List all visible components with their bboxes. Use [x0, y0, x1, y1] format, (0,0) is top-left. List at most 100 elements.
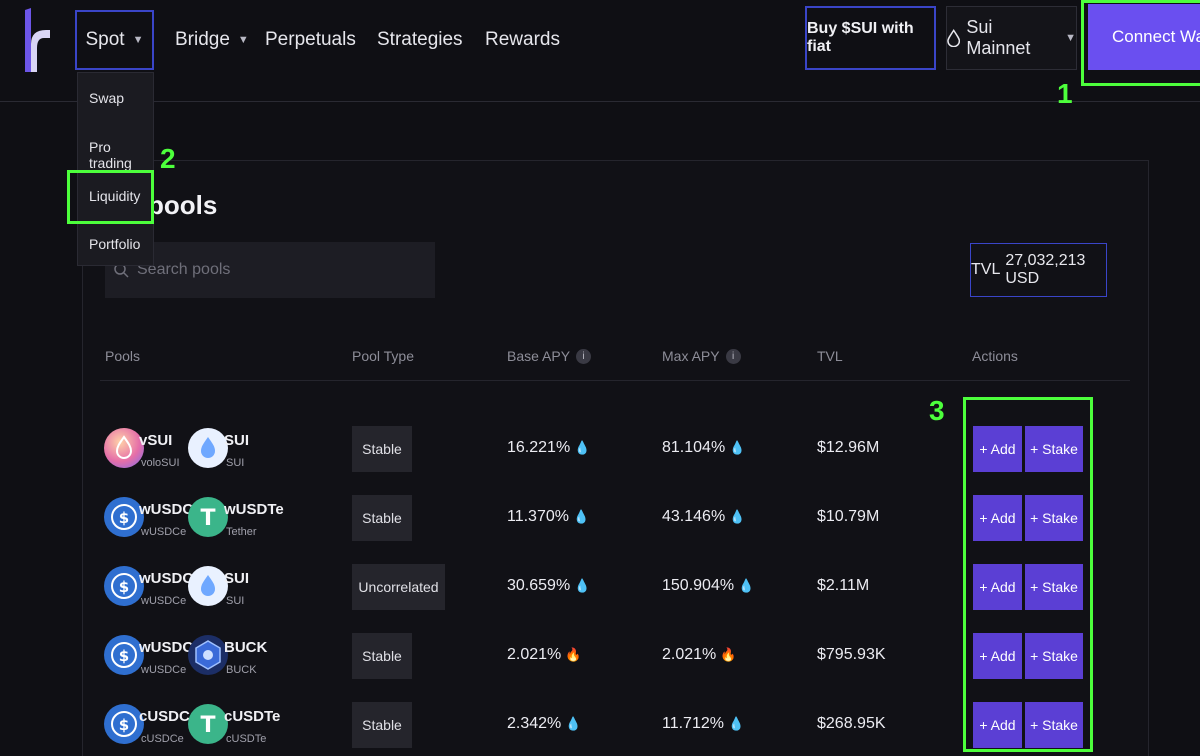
- tvl-label: TVL: [971, 261, 1001, 278]
- token1-symbol: vSUI: [139, 432, 173, 449]
- annotation-number-2: 2: [160, 143, 176, 174]
- droplet-icon: 💧: [572, 509, 590, 524]
- max-apy-value: 2.021%: [662, 646, 717, 663]
- svg-text:T: T: [200, 506, 215, 531]
- tvl-cell: $795.93K: [817, 646, 886, 663]
- wusdte-token-icon: T: [188, 497, 228, 537]
- network-selector[interactable]: Sui Mainnet ▼: [946, 6, 1077, 70]
- tvl-cell: $2.11M: [817, 577, 870, 594]
- app-logo-icon[interactable]: [22, 4, 52, 72]
- nav-spot-label: Spot: [85, 29, 125, 50]
- col-header-max-apy-label: Max APY: [662, 348, 720, 364]
- chevron-down-icon: ▼: [237, 34, 249, 46]
- max-apy-cell: 150.904% 💧: [662, 577, 754, 595]
- annotation-box-3: [963, 397, 1093, 752]
- droplet-icon: 💧: [729, 440, 746, 455]
- droplet-icon: 💧: [727, 716, 745, 731]
- cusdce-token-icon: $: [104, 704, 144, 744]
- token2-name: SUI: [226, 457, 245, 469]
- buck-token-icon: [188, 635, 228, 675]
- nav-bridge[interactable]: Bridge ▼: [175, 10, 249, 70]
- token2-symbol: SUI: [224, 570, 250, 587]
- nav-spot[interactable]: Spot ▼: [75, 10, 154, 70]
- max-apy-value: 81.104%: [662, 439, 726, 456]
- base-apy-value: 30.659%: [507, 577, 571, 594]
- token1-name: wUSDCe: [141, 595, 187, 607]
- fire-icon: 🔥: [720, 647, 737, 662]
- droplet-icon: 💧: [574, 578, 591, 593]
- base-apy-cell: 16.221% 💧: [507, 439, 590, 457]
- annotation-box-2: [67, 170, 154, 224]
- pool-type-badge: Stable: [352, 495, 412, 541]
- col-header-base-apy: Base APY i: [507, 348, 592, 364]
- sui-token-icon: [188, 428, 228, 468]
- total-tvl-badge: TVL 27,032,213 USD: [970, 243, 1107, 297]
- sui-token-icon: [188, 566, 228, 606]
- pool-type-badge: Stable: [352, 426, 412, 472]
- token2-name: Tether: [226, 526, 257, 538]
- svg-text:$: $: [119, 716, 129, 734]
- token2-name: BUCK: [226, 664, 257, 676]
- menu-item-pro-trading[interactable]: Pro trading: [89, 139, 153, 171]
- search-input[interactable]: [137, 261, 417, 279]
- max-apy-cell: 2.021% 🔥: [662, 646, 736, 664]
- spot-dropdown-menu: Swap Pro trading Liquidity Portfolio: [77, 72, 154, 266]
- annotation-number-3: 3: [929, 395, 945, 426]
- token1-name: wUSDCe: [141, 664, 187, 676]
- nav-strategies[interactable]: Strategies: [377, 10, 463, 70]
- pool-type-badge: Stable: [352, 702, 412, 748]
- svg-text:$: $: [119, 578, 129, 596]
- token1-name: wUSDCe: [141, 526, 187, 538]
- wusdce-token-icon: $: [104, 566, 144, 606]
- wusdce-token-icon: $: [104, 635, 144, 675]
- top-navigation-bar: Spot ▼ Bridge ▼ Perpetuals Strategies Re…: [0, 0, 1200, 102]
- base-apy-value: 2.342%: [507, 715, 562, 732]
- vsui-token-icon: [104, 428, 144, 468]
- max-apy-value: 43.146%: [662, 508, 726, 525]
- nav-perpetuals[interactable]: Perpetuals: [265, 10, 356, 70]
- base-apy-cell: 2.342% 💧: [507, 715, 581, 733]
- token2-symbol: cUSDTe: [224, 708, 281, 725]
- tvl-cell: $268.95K: [817, 715, 886, 732]
- pool-type-badge: Uncorrelated: [352, 564, 445, 610]
- token2-name: cUSDTe: [226, 733, 267, 745]
- menu-item-portfolio[interactable]: Portfolio: [89, 236, 140, 252]
- col-header-max-apy: Max APY i: [662, 348, 741, 364]
- nav-rewards[interactable]: Rewards: [485, 10, 560, 70]
- token2-symbol: BUCK: [224, 639, 268, 656]
- droplet-icon: 💧: [738, 578, 755, 593]
- droplet-icon: 💧: [574, 440, 591, 455]
- base-apy-cell: 30.659% 💧: [507, 577, 590, 595]
- tvl-value: 27,032,213 USD: [1005, 252, 1086, 287]
- token1-name: voloSUI: [141, 457, 180, 469]
- cusdte-token-icon: T: [188, 704, 228, 744]
- pool-type-badge: Stable: [352, 633, 412, 679]
- droplet-icon: 💧: [729, 509, 746, 524]
- fire-icon: 🔥: [565, 647, 582, 662]
- col-header-pools: Pools: [105, 348, 141, 364]
- col-header-tvl: TVL: [817, 348, 843, 364]
- max-apy-cell: 43.146% 💧: [662, 508, 745, 526]
- info-icon[interactable]: i: [725, 348, 741, 364]
- base-apy-cell: 11.370% 💧: [507, 508, 589, 526]
- header-divider: [100, 380, 1130, 381]
- search-field[interactable]: [105, 242, 435, 298]
- nav-bridge-label: Bridge: [175, 29, 230, 50]
- max-apy-value: 11.712%: [662, 715, 724, 732]
- info-icon[interactable]: i: [576, 348, 592, 364]
- droplet-icon: 💧: [565, 716, 582, 731]
- annotation-box-1: [1081, 0, 1200, 86]
- svg-text:$: $: [119, 647, 129, 665]
- menu-item-swap[interactable]: Swap: [89, 90, 124, 106]
- col-header-pool-type: Pool Type: [352, 348, 415, 364]
- max-apy-value: 150.904%: [662, 577, 735, 594]
- token1-name: cUSDCe: [141, 733, 184, 745]
- wusdce-token-icon: $: [104, 497, 144, 537]
- base-apy-value: 16.221%: [507, 439, 571, 456]
- token2-name: SUI: [226, 595, 245, 607]
- token2-symbol: SUI: [224, 432, 250, 449]
- token2-symbol: wUSDTe: [224, 501, 284, 518]
- network-label: Sui Mainnet: [966, 17, 1031, 58]
- buy-sui-fiat-button[interactable]: Buy $SUI with fiat: [805, 6, 936, 70]
- sui-drop-icon: [947, 29, 961, 47]
